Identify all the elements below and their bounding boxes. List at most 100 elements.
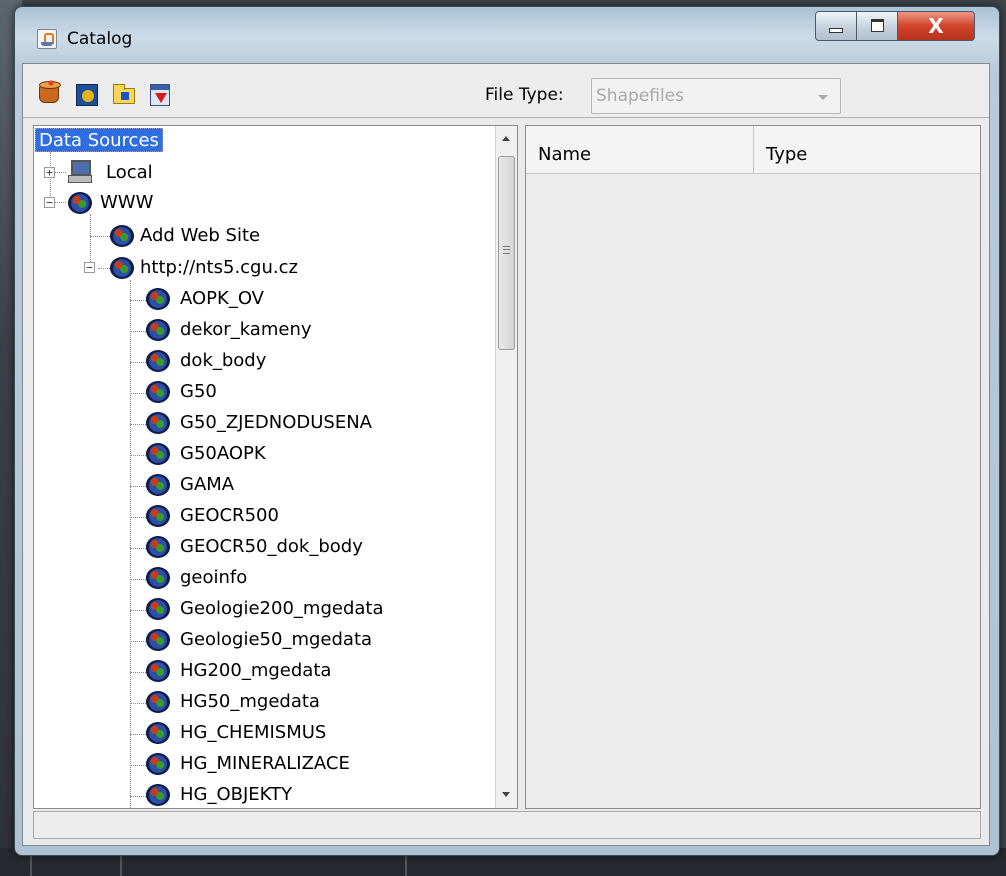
tree-layer-item[interactable]: HG_OBJEKTY [34,782,494,808]
export-button[interactable] [147,82,173,108]
tree-connector [130,765,146,766]
globe-icon [110,225,134,247]
tree-node-www[interactable]: − WWW [34,190,334,218]
tree-layer-item[interactable]: G50AOPK [34,441,494,469]
column-header-label: Type [766,144,808,165]
tree-connector [130,548,146,549]
globe-icon [146,691,170,713]
globe-icon [146,319,170,341]
tree-node-label: HG_OBJEKTY [180,784,293,805]
maximize-icon [871,19,884,32]
tree-layer-item[interactable]: HG200_mgedata [34,658,494,686]
globe-icon [68,192,92,214]
add-database-icon [39,78,61,103]
open-folder-button[interactable] [111,82,137,108]
tree-node-label: Geologie200_mgedata [180,598,384,619]
column-header-type[interactable]: Type [754,126,980,173]
tree-layer-item[interactable]: GAMA [34,472,494,500]
add-database-button[interactable] [37,78,63,108]
tree-connector [130,517,146,518]
tree-node-label: HG50_mgedata [180,691,320,712]
tree-connector [130,331,146,332]
tree-layer-item[interactable]: geoinfo [34,565,494,593]
tree-layer-item[interactable]: GEOCR500 [34,503,494,531]
globe-icon [146,536,170,558]
tree-node-label: HG_MINERALIZACE [180,753,350,774]
tree-root-data-sources[interactable]: Data Sources [34,128,234,156]
tree-layer-item[interactable]: HG50_mgedata [34,689,494,717]
globe-icon [146,784,170,806]
tree-layer-item[interactable]: Geologie200_mgedata [34,596,494,624]
tree-node-server[interactable]: − http://nts5.cgu.cz [34,255,434,283]
tree-connector [130,486,146,487]
globe-icon [146,443,170,465]
file-list-panel[interactable]: Name Type [525,125,981,809]
tree-collapse-icon[interactable]: − [84,262,95,273]
tree-node-label: WWW [100,192,154,213]
tree-connector [130,703,146,704]
file-type-select[interactable]: Shapefiles [591,78,841,114]
computer-icon [68,160,92,183]
open-folder-icon [113,84,135,104]
globe-icon [110,257,134,279]
globe-icon [146,288,170,310]
tree-node-label: GEOCR500 [180,505,279,526]
title-bar[interactable]: Catalog X [15,7,999,63]
tree-node-label: geoinfo [180,567,248,588]
connect-web-button[interactable] [74,82,100,108]
tree-layer-item[interactable]: dok_body [34,348,494,376]
scroll-up-button[interactable] [496,126,517,152]
tree-root-label: Data Sources [35,128,163,152]
tree-collapse-icon[interactable]: − [44,197,55,208]
tree-layer-item[interactable]: AOPK_OV [34,286,494,314]
java-app-icon[interactable] [37,29,57,49]
connect-web-icon [76,84,98,106]
minimize-button[interactable] [815,11,857,41]
tree-node-label: http://nts5.cgu.cz [140,257,298,278]
tree-connector [130,455,146,456]
status-bar [33,811,981,839]
tree-node-label: GEOCR50_dok_body [180,536,363,557]
tree-connector [130,393,146,394]
globe-icon [146,412,170,434]
scroll-thumb[interactable] [498,156,515,350]
tree-connector [130,672,146,673]
file-type-label: File Type: [485,85,564,105]
tree-layer-item[interactable]: GEOCR50_dok_body [34,534,494,562]
tree-connector [130,579,146,580]
window-title: Catalog [67,29,133,49]
tree-node-label: dekor_kameny [180,319,312,340]
tree-connector [130,796,146,797]
globe-icon [146,660,170,682]
export-icon [150,84,170,106]
list-header: Name Type [526,126,980,174]
tree-connector [130,424,146,425]
tree-connector [130,300,146,301]
tree-vertical-scrollbar[interactable] [495,126,517,808]
tree-layer-item[interactable]: HG_CHEMISMUS [34,720,494,748]
tree-node-add-web-site[interactable]: Add Web Site [34,223,354,251]
scroll-down-button[interactable] [496,782,517,808]
tree-layer-item[interactable]: HG_MINERALIZACE [34,751,494,779]
tree-layer-item[interactable]: G50 [34,379,494,407]
tree-node-label: HG200_mgedata [180,660,332,681]
tree-layer-item[interactable]: dekor_kameny [34,317,494,345]
tree-layer-item[interactable]: Geologie50_mgedata [34,627,494,655]
maximize-button[interactable] [856,11,898,41]
globe-icon [146,505,170,527]
tree-node-local[interactable]: + Local [34,160,334,188]
toolbar: File Type: Shapefiles [23,64,989,118]
column-header-name[interactable]: Name [526,126,754,173]
tree-node-label: G50AOPK [180,443,266,464]
tree-expand-icon[interactable]: + [44,167,55,178]
tree-layer-item[interactable]: G50_ZJEDNODUSENA [34,410,494,438]
globe-icon [146,753,170,775]
close-button[interactable]: X [897,11,975,41]
catalog-window: Catalog X File Type: Shapefiles Data Sou… [14,6,1000,856]
data-sources-tree[interactable]: Data Sources + Local − WWW Add Web Site [33,125,518,809]
tree-connector [130,362,146,363]
tree-node-label: GAMA [180,474,235,495]
tree-node-label: dok_body [180,350,267,371]
column-header-label: Name [538,144,592,165]
tree-node-label: Geologie50_mgedata [180,629,373,650]
